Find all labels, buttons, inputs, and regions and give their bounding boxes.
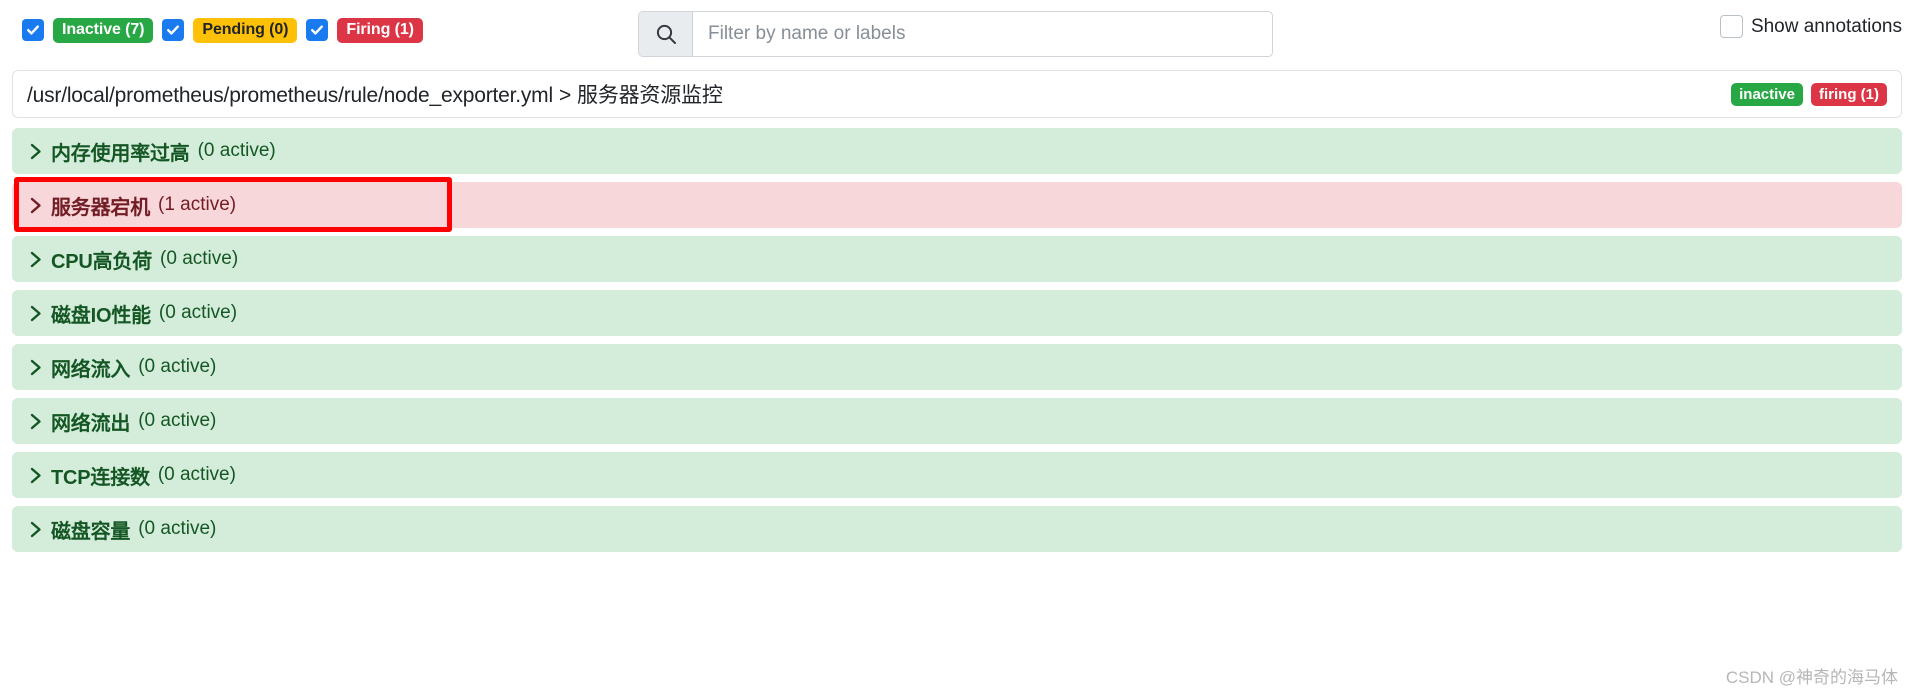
chevron-right-icon <box>29 466 44 485</box>
alert-rule-active-count: (0 active) <box>138 518 217 539</box>
check-icon <box>167 25 180 35</box>
alert-rule-name: TCP连接数 <box>51 466 150 489</box>
alert-rule-active-count: (0 active) <box>160 248 239 269</box>
breadcrumb-separator: > <box>558 84 572 107</box>
group-status-badges: inactive firing (1) <box>1731 82 1887 106</box>
alert-state-filters: Inactive (7) Pending (0) Firing (1) <box>0 16 423 44</box>
alert-rule-active-count: (1 active) <box>158 194 237 215</box>
rule-group-header[interactable]: /usr/local/prometheus/prometheus/rule/no… <box>12 70 1902 118</box>
alert-rule-name: 网络流出 <box>51 412 131 435</box>
show-annotations-label: Show annotations <box>1750 15 1902 37</box>
breadcrumb-group-name: 服务器资源监控 <box>577 84 723 107</box>
alert-rule-row-network-in[interactable]: 网络流入 (0 active) <box>12 344 1902 390</box>
filter-checkbox-firing[interactable] <box>306 19 329 41</box>
status-badge-firing[interactable]: firing (1) <box>1811 82 1887 106</box>
alert-rule-name: 磁盘IO性能 <box>51 304 151 327</box>
filter-checkbox-inactive[interactable] <box>22 19 44 41</box>
filter-checkbox-pending[interactable] <box>162 19 185 41</box>
alert-rule-row-tcp-connections[interactable]: TCP连接数 (0 active) <box>12 452 1902 498</box>
filter-pill-pending[interactable]: Pending (0) <box>193 17 298 43</box>
chevron-right-icon <box>29 412 44 431</box>
alert-rule-list: 内存使用率过高 (0 active) 服务器宕机 (1 active) CPU高… <box>12 128 1902 552</box>
alert-rule-row-server-down[interactable]: 服务器宕机 (1 active) <box>12 182 1902 228</box>
show-annotations-checkbox[interactable] <box>1719 15 1743 38</box>
chevron-right-icon <box>29 142 44 161</box>
filter-pill-firing[interactable]: Firing (1) <box>337 17 423 43</box>
alert-rule-name: 网络流入 <box>51 358 131 381</box>
breadcrumb: /usr/local/prometheus/prometheus/rule/no… <box>27 79 723 109</box>
alert-rule-active-count: (0 active) <box>138 356 217 377</box>
alert-rule-active-count: (0 active) <box>197 140 276 161</box>
alert-rule-name: 内存使用率过高 <box>51 142 190 165</box>
alert-rule-name: CPU高负荷 <box>51 250 153 273</box>
watermark-text: CSDN @神奇的海马体 <box>1725 668 1898 687</box>
alert-rule-active-count: (0 active) <box>157 464 236 485</box>
chevron-right-icon <box>29 196 44 215</box>
filter-toolbar: Inactive (7) Pending (0) Firing (1) Show… <box>0 0 1914 70</box>
alert-rule-row-disk-io[interactable]: 磁盘IO性能 (0 active) <box>12 290 1902 336</box>
status-badge-inactive[interactable]: inactive <box>1731 82 1803 106</box>
search-bar <box>638 11 1273 57</box>
search-icon <box>639 12 693 56</box>
breadcrumb-file-path: /usr/local/prometheus/prometheus/rule/no… <box>27 84 553 107</box>
alert-rule-active-count: (0 active) <box>138 410 217 431</box>
alert-rule-name: 服务器宕机 <box>51 196 150 219</box>
check-icon <box>27 25 39 35</box>
alert-rule-name: 磁盘容量 <box>51 520 131 543</box>
filter-pill-inactive[interactable]: Inactive (7) <box>53 17 154 43</box>
alert-rule-active-count: (0 active) <box>158 302 238 323</box>
chevron-right-icon <box>29 250 44 269</box>
alert-rule-row-network-out[interactable]: 网络流出 (0 active) <box>12 398 1902 444</box>
alert-rule-row-memory[interactable]: 内存使用率过高 (0 active) <box>12 128 1902 174</box>
search-input[interactable] <box>693 12 1272 56</box>
show-annotations-toggle[interactable]: Show annotations <box>1719 15 1902 38</box>
alert-rule-row-cpu[interactable]: CPU高负荷 (0 active) <box>12 236 1902 282</box>
chevron-right-icon <box>29 304 44 323</box>
check-icon <box>311 25 324 35</box>
alert-rule-row-disk-capacity[interactable]: 磁盘容量 (0 active) <box>12 506 1902 552</box>
chevron-right-icon <box>29 520 44 539</box>
chevron-right-icon <box>29 358 44 377</box>
